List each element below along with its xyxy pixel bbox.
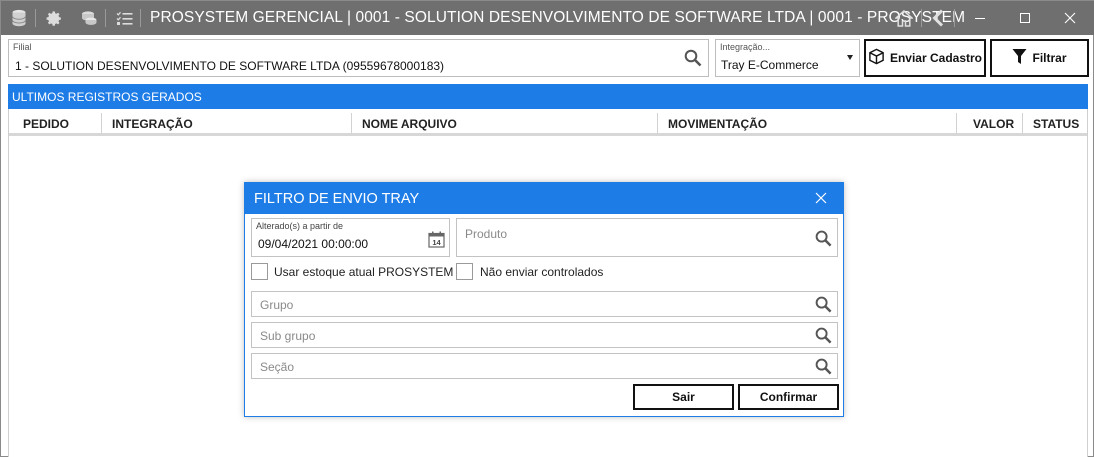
alterado-date-field[interactable]: Alterado(s) a partir de 09/04/2021 00:00… xyxy=(251,218,450,257)
column-movimentacao[interactable]: MOVIMENTAÇÃO xyxy=(668,109,767,136)
produto-field[interactable]: Produto xyxy=(456,218,838,257)
dialog-title: FILTRO DE ENVIO TRAY xyxy=(245,183,843,214)
enviar-cadastro-button[interactable]: Enviar Cadastro xyxy=(864,39,986,77)
checklist-icon[interactable] xyxy=(114,8,134,28)
filial-value: 1 - SOLUTION DESENVOLVIMENTO DE SOFTWARE… xyxy=(15,59,445,73)
close-icon[interactable] xyxy=(1048,3,1092,33)
column-status[interactable]: STATUS xyxy=(1033,109,1079,136)
minimize-icon[interactable] xyxy=(958,3,1002,33)
grid-columns-header: PEDIDO INTEGRAÇÃO NOME ARQUIVO MOVIMENTA… xyxy=(9,109,1087,136)
integracao-select[interactable]: Integração... Tray E-Commerce xyxy=(715,39,860,77)
search-icon[interactable] xyxy=(684,49,702,72)
confirmar-button[interactable]: Confirmar xyxy=(738,384,839,410)
filtrar-button[interactable]: Filtrar xyxy=(990,39,1089,77)
separator xyxy=(35,9,36,27)
search-icon[interactable] xyxy=(815,230,832,252)
main-window: PROSYSTEM GERENCIAL | 0001 - SOLUTION DE… xyxy=(0,0,1094,457)
database-icon[interactable] xyxy=(9,8,29,28)
filtro-envio-dialog: FILTRO DE ENVIO TRAY Alterado(s) a parti… xyxy=(244,182,844,417)
secao-placeholder: Seção xyxy=(260,360,295,374)
search-icon[interactable] xyxy=(815,296,832,318)
integracao-label: Integração... xyxy=(720,42,771,52)
home-icon[interactable] xyxy=(894,8,914,28)
column-pedido[interactable]: PEDIDO xyxy=(23,109,69,136)
column-valor[interactable]: VALOR xyxy=(973,109,1014,136)
column-divider xyxy=(1022,113,1023,133)
column-nome-arquivo[interactable]: NOME ARQUIVO xyxy=(362,109,457,136)
back-icon[interactable] xyxy=(928,8,948,28)
search-icon[interactable] xyxy=(815,358,832,380)
enviar-cadastro-label: Enviar Cadastro xyxy=(889,51,983,65)
grid-title: ULTIMOS REGISTROS GERADOS xyxy=(8,84,1088,109)
column-divider xyxy=(351,113,352,133)
window-title: PROSYSTEM GERENCIAL | 0001 - SOLUTION DE… xyxy=(150,9,966,26)
maximize-icon[interactable] xyxy=(1003,3,1047,33)
separator xyxy=(921,9,922,27)
chevron-down-icon[interactable] xyxy=(847,55,853,60)
filial-field[interactable]: Filial 1 - SOLUTION DESENVOLVIMENTO DE S… xyxy=(8,39,709,77)
integracao-value: Tray E-Commerce xyxy=(721,58,819,72)
nao-enviar-controlados-label: Não enviar controlados xyxy=(480,265,604,279)
subgrupo-placeholder: Sub grupo xyxy=(260,329,316,343)
separator xyxy=(140,9,141,27)
title-bar: PROSYSTEM GERENCIAL | 0001 - SOLUTION DE… xyxy=(1,1,1094,35)
subgrupo-field[interactable]: Sub grupo xyxy=(251,322,838,348)
close-icon[interactable] xyxy=(813,190,829,206)
produto-placeholder: Produto xyxy=(465,227,508,241)
column-divider xyxy=(956,113,957,133)
grupo-field[interactable]: Grupo xyxy=(251,291,838,317)
usar-estoque-checkbox[interactable] xyxy=(251,263,268,280)
usar-estoque-label: Usar estoque atual PROSYSTEM xyxy=(274,265,454,279)
column-divider xyxy=(101,113,102,133)
date-label: Alterado(s) a partir de xyxy=(256,221,344,231)
search-icon[interactable] xyxy=(815,327,832,349)
grupo-placeholder: Grupo xyxy=(260,298,294,312)
column-divider xyxy=(657,113,658,133)
secao-field[interactable]: Seção xyxy=(251,353,838,379)
nao-enviar-controlados-checkbox[interactable] xyxy=(456,263,473,280)
filter-icon xyxy=(1012,48,1027,68)
box-icon xyxy=(868,48,885,68)
calendar-icon[interactable]: 14 xyxy=(428,231,445,253)
gear-icon[interactable] xyxy=(44,8,64,28)
coins-icon[interactable] xyxy=(79,8,99,28)
filial-label: Filial xyxy=(13,42,32,52)
separator xyxy=(105,9,106,27)
filtrar-label: Filtrar xyxy=(1032,51,1067,65)
date-value: 09/04/2021 00:00:00 xyxy=(258,237,369,251)
column-integracao[interactable]: INTEGRAÇÃO xyxy=(112,109,193,136)
calendar-day: 14 xyxy=(432,238,441,247)
separator xyxy=(954,9,955,27)
sair-button[interactable]: Sair xyxy=(633,384,734,410)
